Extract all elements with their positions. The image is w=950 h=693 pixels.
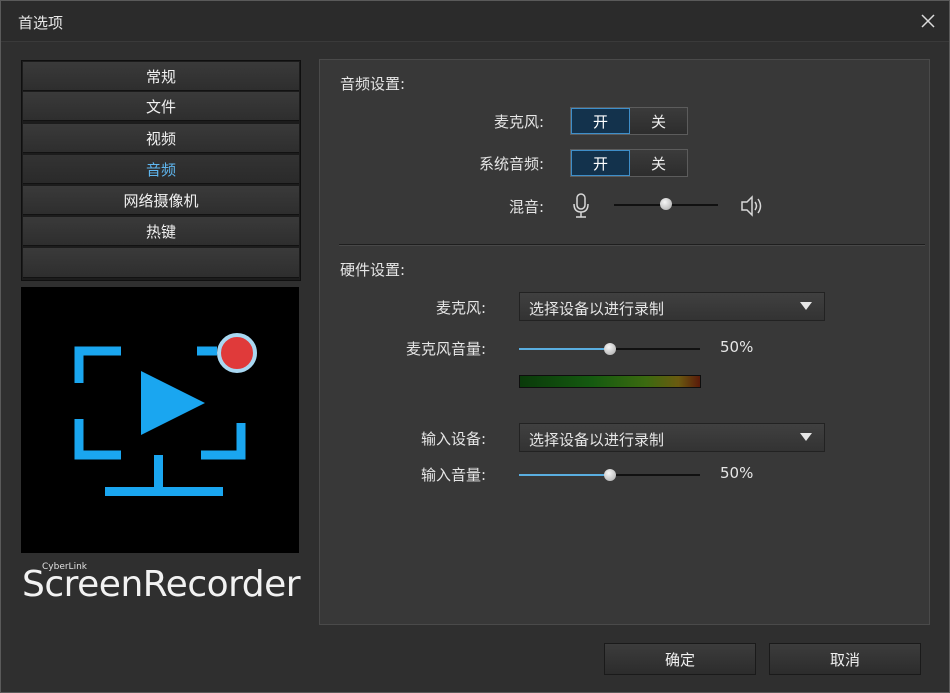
system-audio-on-button[interactable]: 开 [571, 150, 630, 176]
input-volume-thumb[interactable] [603, 469, 616, 481]
mix-slider-thumb[interactable] [660, 198, 672, 210]
system-audio-label: 系统音频: [478, 155, 544, 173]
sidebar-item-video[interactable]: 视频 [23, 124, 299, 153]
sidebar-item-label: 文件 [145, 97, 176, 116]
mic-volume-thumb[interactable] [603, 343, 616, 355]
sidebar-item-label: 网络摄像机 [123, 191, 199, 210]
sidebar-item-label: 视频 [145, 129, 176, 148]
input-volume-fill [519, 474, 610, 476]
sidebar-item-label: 热键 [145, 222, 176, 241]
close-button[interactable] [911, 7, 945, 35]
input-volume-value: 50% [720, 464, 754, 482]
sidebar-item-webcam[interactable]: 网络摄像机 [23, 186, 299, 215]
microphone-icon [573, 193, 589, 218]
sidebar-item-empty [23, 248, 299, 278]
screen-recorder-logo-icon [74, 333, 257, 496]
mic-level-meter [519, 375, 701, 388]
app-logo [21, 287, 299, 553]
sidebar-item-general[interactable]: 常规 [23, 62, 299, 91]
chevron-down-icon [800, 433, 812, 441]
mic-volume-fill [519, 348, 610, 350]
system-audio-off-button[interactable]: 关 [630, 150, 687, 176]
section-divider [339, 244, 925, 246]
mix-label: 混音: [508, 198, 544, 216]
input-volume-label: 输入音量: [420, 466, 486, 484]
input-device-value: 选择设备以进行录制 [529, 431, 665, 449]
microphone-toggle: 开 关 [570, 107, 688, 135]
window-title: 首选项 [18, 14, 64, 32]
mic-device-select[interactable]: 选择设备以进行录制 [519, 292, 825, 321]
mic-volume-value: 50% [720, 338, 754, 356]
title-bar: 首选项 [1, 1, 949, 42]
system-audio-toggle: 开 关 [570, 149, 688, 177]
input-device-select[interactable]: 选择设备以进行录制 [519, 423, 825, 452]
sidebar-item-audio[interactable]: 音频 [23, 155, 299, 184]
sidebar-item-label: 音频 [145, 160, 176, 179]
hardware-settings-title: 硬件设置: [340, 261, 406, 279]
mic-device-label: 麦克风: [435, 299, 486, 317]
microphone-off-button[interactable]: 关 [630, 108, 687, 134]
sidebar-item-file[interactable]: 文件 [23, 92, 299, 121]
input-device-label: 输入设备: [420, 430, 486, 448]
speaker-icon [741, 195, 762, 217]
brand-name: ScreenRecorder [22, 564, 301, 605]
sidebar-item-label: 常规 [145, 67, 176, 86]
close-icon [921, 14, 935, 28]
mic-volume-label: 麦克风音量: [405, 340, 486, 358]
sidebar-item-hotkeys[interactable]: 热键 [23, 217, 299, 246]
mic-device-value: 选择设备以进行录制 [529, 300, 665, 318]
microphone-label: 麦克风: [493, 113, 544, 131]
microphone-on-button[interactable]: 开 [571, 108, 630, 134]
ok-button[interactable]: 确定 [604, 643, 756, 675]
chevron-down-icon [800, 302, 812, 310]
audio-settings-title: 音频设置: [340, 75, 406, 93]
cancel-button[interactable]: 取消 [769, 643, 921, 675]
sidebar-nav: 常规 文件 视频 音频 网络摄像机 热键 [21, 60, 301, 281]
